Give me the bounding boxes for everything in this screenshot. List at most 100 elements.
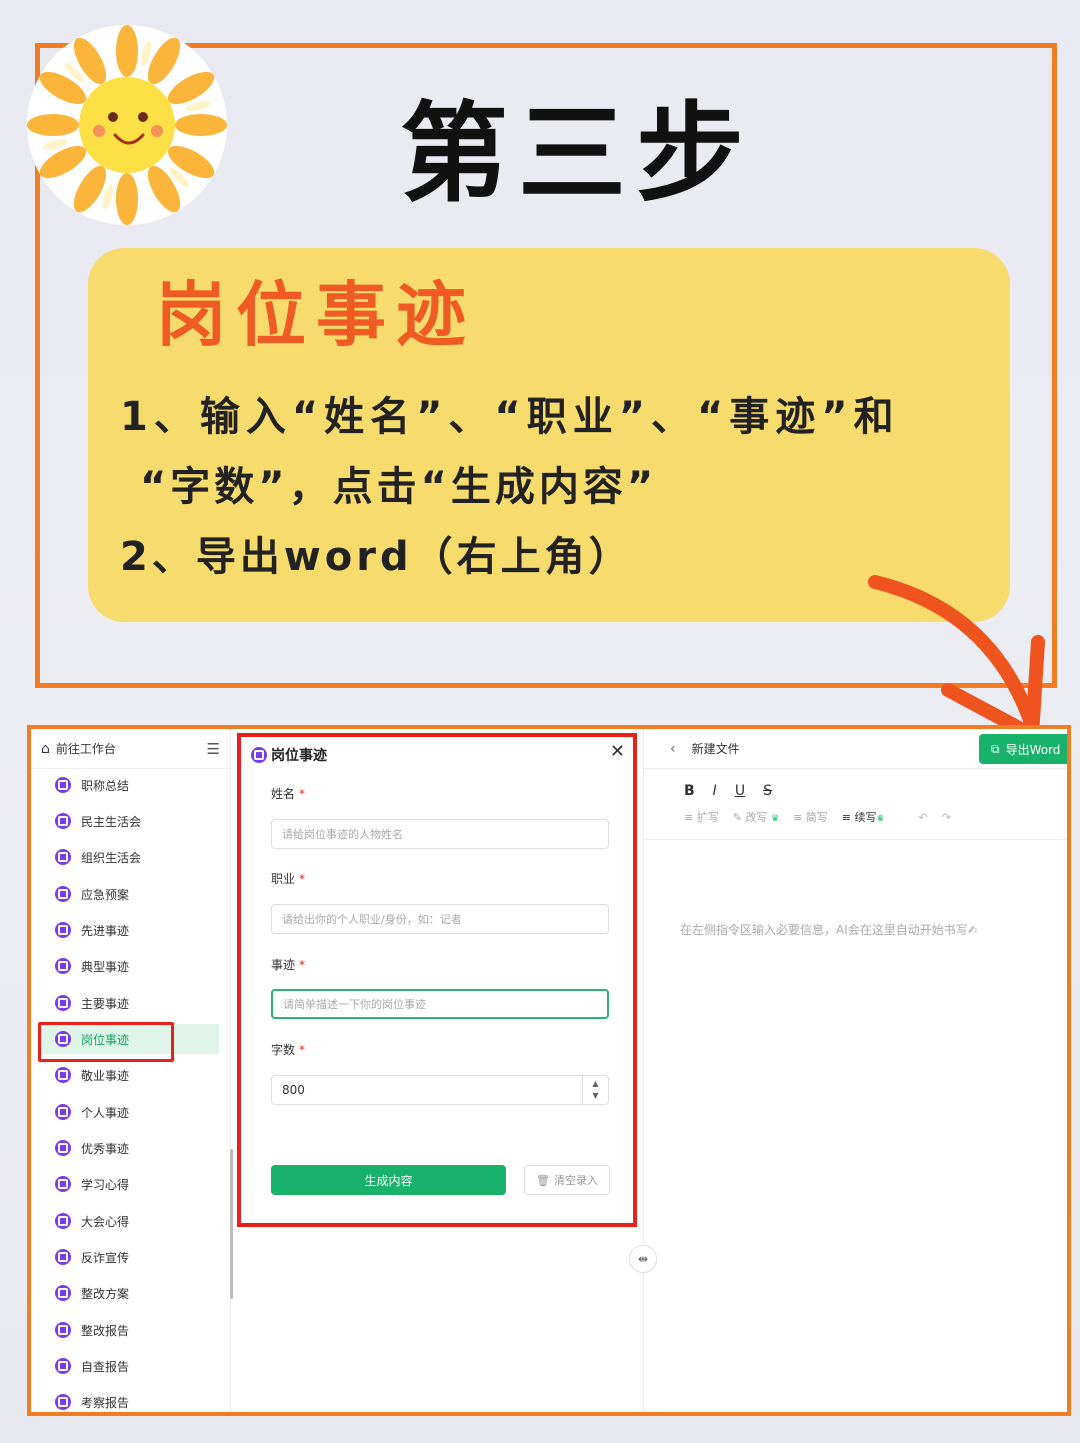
underline-button[interactable]: U (735, 783, 745, 799)
form-title: 岗位事迹 (251, 745, 327, 765)
sidebar-item-label: 典型事迹 (81, 959, 130, 974)
continue-button[interactable]: ≡ 续写♛ (842, 809, 885, 825)
sidebar-item[interactable]: 典型事迹 (39, 951, 219, 981)
sidebar-item[interactable]: 组织生活会 (39, 842, 219, 872)
rewrite-button[interactable]: ✎ 改写 ♛ (733, 809, 779, 825)
tool-icon (55, 813, 71, 829)
crown-icon: ♛ (876, 814, 885, 824)
menu-icon[interactable]: ☰ (207, 740, 220, 758)
tool-icon (55, 1213, 71, 1229)
chevron-down-icon[interactable]: ▼ (592, 1090, 598, 1102)
sidebar-item[interactable]: 应急预案 (39, 879, 219, 909)
sidebar-item-label: 整改报告 (81, 1323, 130, 1338)
strikethrough-button[interactable]: S (763, 783, 772, 799)
undo-icon[interactable]: ↶ (919, 811, 928, 824)
sidebar-item[interactable]: 敬业事迹 (39, 1060, 219, 1090)
sidebar-item[interactable]: 反诈宣传 (39, 1242, 219, 1272)
sidebar-item[interactable]: 优秀事迹 (39, 1133, 219, 1163)
sidebar-item-label: 优秀事迹 (81, 1141, 130, 1156)
simplify-label: 简写 (805, 811, 828, 824)
back-icon[interactable]: ‹ (670, 741, 676, 757)
form-title-label: 岗位事迹 (271, 748, 327, 764)
tool-icon (55, 1176, 71, 1192)
export-icon: ⧉ (991, 741, 1000, 756)
tool-icon (55, 1249, 71, 1265)
name-label: 姓名 * (271, 785, 305, 802)
editor-pane: ‹ 新建文件 ⧉ 导出Word B I U S ≡ 扩写 ✎ 改写 ♛ ≡ 简写… (644, 729, 1067, 1412)
tool-icon (55, 777, 71, 793)
bold-button[interactable]: B (684, 783, 695, 799)
ai-toolbar: ≡ 扩写 ✎ 改写 ♛ ≡ 简写 ≡ 续写♛ ↶ ↷ (684, 809, 951, 825)
sidebar-item[interactable]: 民主生活会 (39, 806, 219, 836)
clear-button[interactable]: 🗑 清空录入 (524, 1165, 610, 1195)
step-1-line-1: 1、输入“姓名”、“职业”、“事迹”和 (120, 394, 900, 440)
sidebar-header[interactable]: ⌂ 前往工作台 ☰ (31, 729, 230, 769)
continue-label: 续写 (854, 811, 877, 824)
sidebar-item-label: 组织生活会 (81, 850, 142, 865)
page-title: 第三步 (400, 92, 755, 217)
sidebar-item[interactable]: 大会心得 (39, 1206, 219, 1236)
sidebar-item[interactable]: 学习心得 (39, 1169, 219, 1199)
tool-icon (55, 849, 71, 865)
deeds-field[interactable]: 请简单描述一下你的岗位事迹 (271, 989, 609, 1019)
expand-button[interactable]: ≡ 扩写 (684, 809, 719, 825)
job-field[interactable]: 请给出你的个人职业/身份，如：记者 (271, 904, 609, 934)
toolbar-divider (644, 839, 1067, 840)
sidebar-scrollbar[interactable] (230, 1149, 233, 1299)
simplify-button[interactable]: ≡ 简写 (793, 809, 828, 825)
count-value: 800 (282, 1083, 305, 1097)
redo-icon[interactable]: ↷ (942, 811, 951, 824)
italic-button[interactable]: I (713, 783, 717, 799)
required-mark: * (299, 958, 306, 972)
deeds-label-text: 事迹 (271, 958, 296, 972)
job-label-text: 职业 (271, 872, 296, 886)
sidebar-item-label: 主要事迹 (81, 996, 130, 1011)
step-2-line: 2、导出word（右上角） (120, 534, 633, 580)
rewrite-label: 改写 (745, 811, 768, 824)
app-window: ⌂ 前往工作台 ☰ 职称总结 民主生活会 组织生活会 应急预案 先进事迹 典型事… (27, 725, 1071, 1416)
tool-icon (55, 1285, 71, 1301)
name-field[interactable]: 请给岗位事迹的人物姓名 (271, 819, 609, 849)
sidebar-item-label: 应急预案 (81, 887, 130, 902)
tool-icon (55, 886, 71, 902)
generate-button[interactable]: 生成内容 (271, 1165, 506, 1195)
sidebar-item-label: 整改方案 (81, 1286, 130, 1301)
count-stepper[interactable]: 800 ▲ ▼ (271, 1075, 609, 1105)
sidebar-item[interactable]: 先进事迹 (39, 915, 219, 945)
sidebar-item-label: 大会心得 (81, 1214, 130, 1229)
highlight-box (38, 1022, 174, 1062)
chevron-up-icon[interactable]: ▲ (592, 1078, 598, 1090)
sidebar-item[interactable]: 整改方案 (39, 1278, 219, 1308)
sidebar-item[interactable]: 考察报告 (39, 1387, 219, 1412)
tool-icon (251, 747, 267, 763)
sidebar-item-label: 个人事迹 (81, 1105, 130, 1120)
editor-placeholder: 在左侧指令区输入必要信息，AI会在这里自动开始书写✍ (680, 923, 978, 937)
export-word-button[interactable]: ⧉ 导出Word (979, 734, 1067, 764)
tool-icon (55, 958, 71, 974)
sidebar-item[interactable]: 个人事迹 (39, 1097, 219, 1127)
crown-icon: ♛ (770, 814, 780, 824)
doc-title: 新建文件 (691, 742, 740, 756)
tool-icon (55, 1067, 71, 1083)
workbench-link[interactable]: 前往工作台 (56, 740, 116, 757)
clear-button-label: 清空录入 (553, 1174, 598, 1187)
sun-sticker-icon (27, 25, 227, 225)
stepper-arrows[interactable]: ▲ ▼ (582, 1076, 608, 1104)
export-label: 导出Word (1005, 742, 1061, 757)
sidebar-item[interactable]: 主要事迹 (39, 988, 219, 1018)
close-icon[interactable]: ✕ (610, 741, 625, 762)
job-label: 职业 * (271, 870, 305, 887)
sidebar-item[interactable]: 整改报告 (39, 1315, 219, 1345)
sidebar-item-label: 职称总结 (81, 778, 130, 793)
tool-icon (55, 1322, 71, 1338)
sidebar-item-label: 学习心得 (81, 1177, 130, 1192)
sidebar-item-label: 考察报告 (81, 1395, 130, 1410)
sidebar-item-label: 自查报告 (81, 1359, 130, 1374)
section-subtitle: 岗位事迹 (156, 274, 476, 356)
trash-icon: 🗑 (536, 1173, 550, 1187)
sidebar-item[interactable]: 职称总结 (39, 770, 219, 800)
job-placeholder: 请给出你的个人职业/身份，如：记者 (282, 913, 462, 926)
home-icon: ⌂ (41, 740, 50, 757)
sidebar-item[interactable]: 自查报告 (39, 1351, 219, 1381)
sidebar-item-label: 民主生活会 (81, 814, 142, 829)
